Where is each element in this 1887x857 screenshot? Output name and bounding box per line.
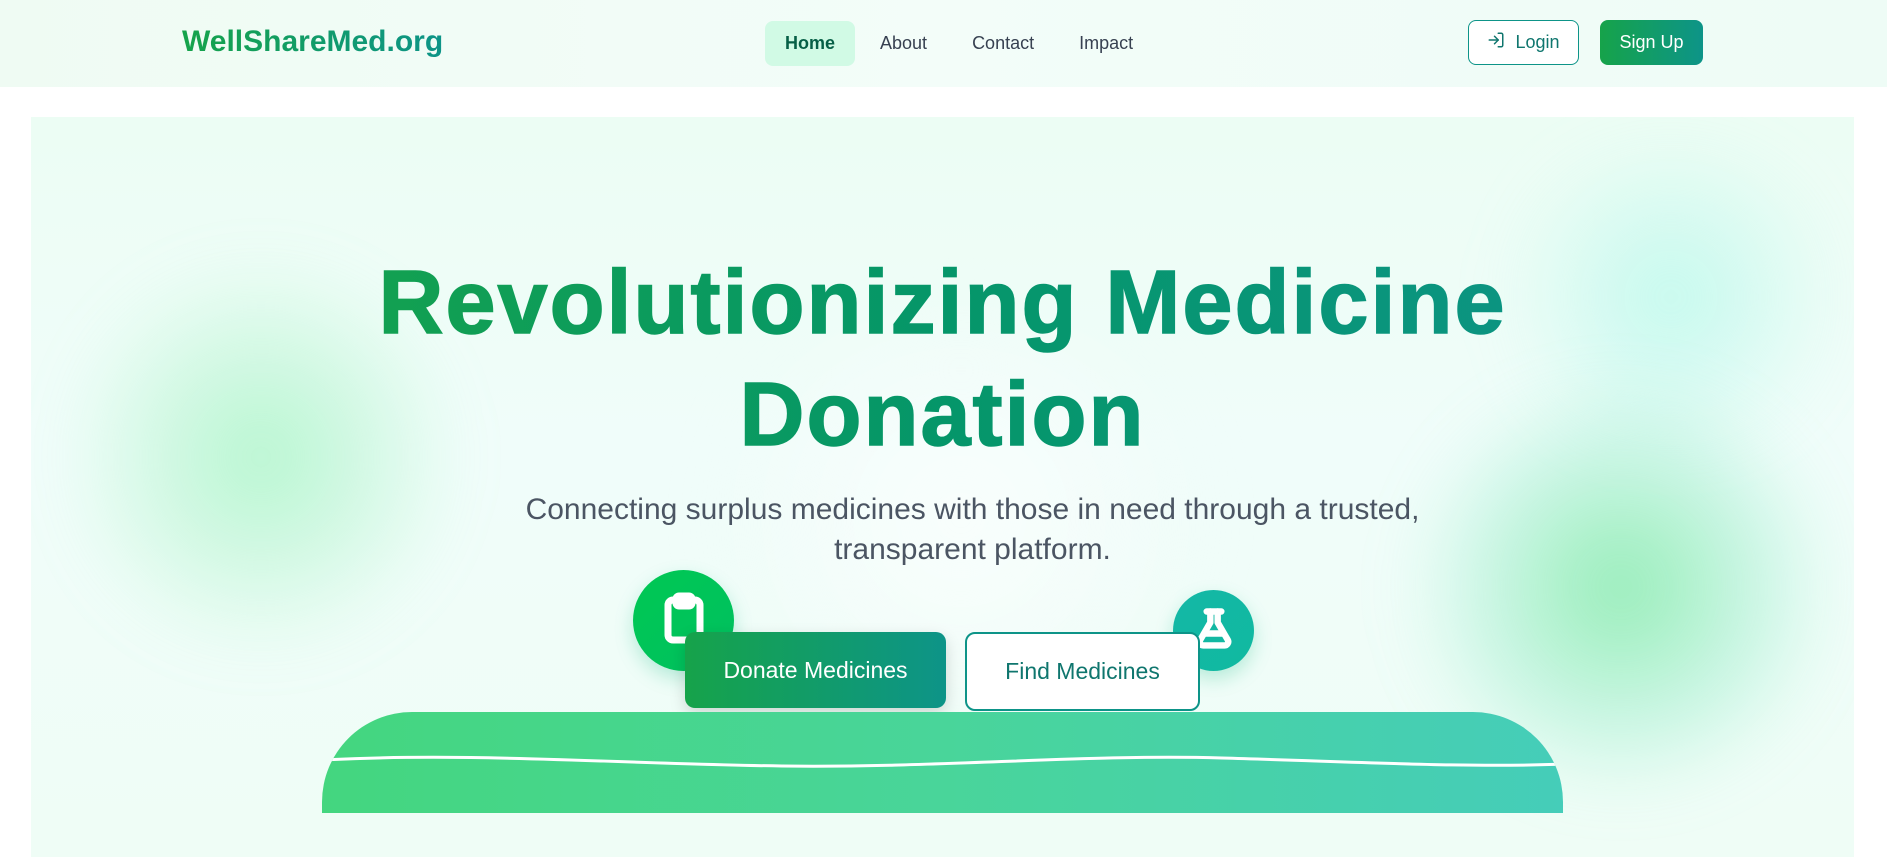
nav-item-contact[interactable]: Contact bbox=[952, 21, 1054, 66]
find-medicines-label: Find Medicines bbox=[1005, 658, 1160, 684]
nav-item-home[interactable]: Home bbox=[765, 21, 856, 66]
hero-title: Revolutionizing Medicine Donation bbox=[31, 247, 1854, 471]
nav-item-impact[interactable]: Impact bbox=[1059, 21, 1153, 66]
hero-subtitle: Connecting surplus medicines with those … bbox=[471, 490, 1474, 570]
hero-title-line-2: Donation bbox=[739, 364, 1146, 466]
donate-medicines-button[interactable]: Donate Medicines bbox=[685, 632, 946, 708]
hero-subtitle-line-1: Connecting surplus medicines with those … bbox=[525, 493, 1420, 526]
signup-button[interactable]: Sign Up bbox=[1600, 20, 1703, 65]
nav-item-about[interactable]: About bbox=[860, 21, 947, 66]
find-medicines-button[interactable]: Find Medicines bbox=[965, 632, 1200, 711]
login-arrow-icon bbox=[1487, 31, 1505, 54]
login-button[interactable]: Login bbox=[1468, 20, 1579, 65]
decorative-wave-band bbox=[322, 712, 1563, 813]
site-logo[interactable]: WellShareMed.org bbox=[182, 25, 443, 59]
login-label: Login bbox=[1515, 32, 1560, 52]
main-nav: Home About Contact Impact bbox=[765, 21, 1158, 66]
signup-label: Sign Up bbox=[1619, 32, 1684, 52]
hero-section: Revolutionizing Medicine Donation Connec… bbox=[31, 117, 1854, 857]
site-header: WellShareMed.org Home About Contact Impa… bbox=[0, 0, 1887, 87]
donate-medicines-label: Donate Medicines bbox=[723, 656, 908, 683]
hero-title-line-1: Revolutionizing Medicine bbox=[378, 252, 1507, 354]
wave-line bbox=[322, 755, 1563, 768]
hero-subtitle-line-2: transparent platform. bbox=[834, 533, 1111, 566]
